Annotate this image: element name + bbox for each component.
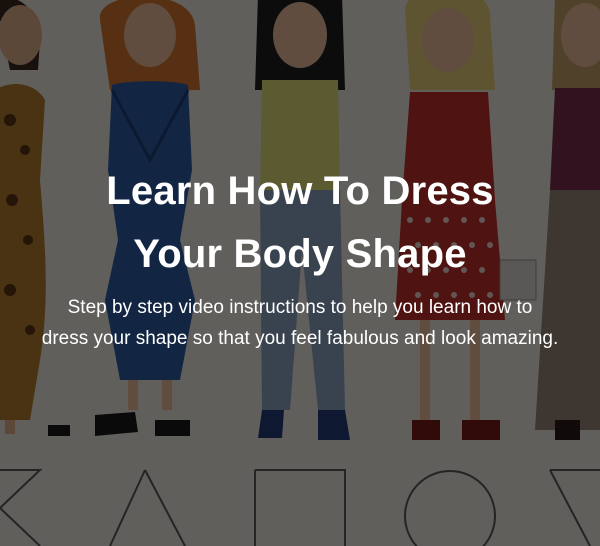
hero-subtitle-line-2: dress your shape so that you feel fabulo…	[41, 328, 559, 349]
hero-banner: Learn How To Dress Your Body Shape Step …	[0, 0, 600, 546]
hero-text-block: Learn How To Dress Your Body Shape Step …	[0, 160, 600, 354]
hero-title: Learn How To Dress Your Body Shape	[40, 160, 560, 286]
hero-title-line-1: Learn How To Dress	[106, 169, 494, 213]
hero-title-line-2: Your Body Shape	[133, 232, 467, 276]
hero-subtitle-line-1: Step by step video instructions to help …	[67, 297, 533, 318]
hero-subtitle: Step by step video instructions to help …	[10, 292, 590, 354]
